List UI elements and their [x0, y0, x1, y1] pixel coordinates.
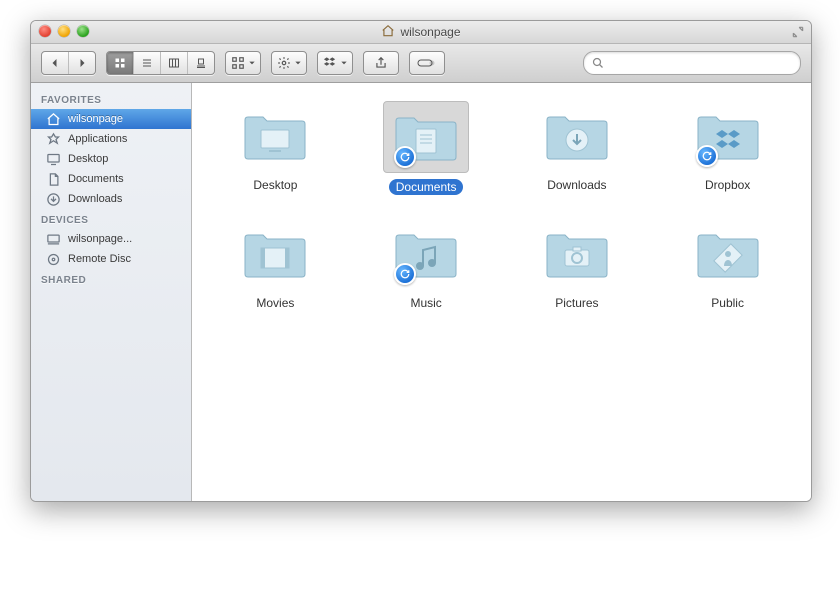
list-view-button[interactable]: [134, 52, 161, 74]
folder-downloads-icon: [535, 101, 619, 171]
sidebar-item-label: Documents: [68, 173, 124, 185]
chevron-down-icon: [294, 59, 302, 67]
sync-badge-icon: [696, 145, 718, 167]
nav-buttons: [41, 51, 96, 75]
close-button[interactable]: [39, 25, 51, 37]
folder-music-icon: [384, 219, 468, 289]
file-item[interactable]: Downloads: [512, 101, 642, 195]
folder-desktop-icon: [233, 101, 317, 171]
sidebar: FAVORITES wilsonpage Applications Deskto…: [31, 83, 192, 502]
file-item[interactable]: Desktop: [210, 101, 340, 195]
content-area[interactable]: Desktop Documents Downloads: [192, 83, 811, 502]
sidebar-item-label: wilsonpage...: [68, 233, 132, 245]
sidebar-header-shared: SHARED: [31, 269, 191, 289]
documents-icon: [45, 171, 61, 187]
window-title: wilsonpage: [381, 24, 460, 41]
home-icon: [381, 24, 395, 41]
desktop-icon: [45, 151, 61, 167]
sidebar-item-applications[interactable]: Applications: [31, 129, 191, 149]
folder-movies-icon: [233, 219, 317, 289]
file-label: Dropbox: [698, 177, 757, 193]
fullscreen-button[interactable]: [791, 25, 805, 39]
folder-documents-icon: [383, 101, 469, 173]
file-item[interactable]: Movies: [210, 219, 340, 311]
downloads-icon: [45, 191, 61, 207]
file-label: Movies: [249, 295, 301, 311]
column-view-button[interactable]: [161, 52, 188, 74]
title-text: wilsonpage: [400, 25, 460, 39]
dropbox-button[interactable]: [317, 51, 353, 75]
search-icon: [592, 57, 604, 69]
sidebar-header-devices: DEVICES: [31, 209, 191, 229]
gear-icon: [277, 56, 291, 70]
file-label: Desktop: [246, 177, 304, 193]
folder-public-icon: [686, 219, 770, 289]
sidebar-item-label: wilsonpage: [68, 113, 123, 125]
dropbox-icon: [323, 56, 337, 70]
chevron-down-icon: [248, 59, 256, 67]
sidebar-item-downloads[interactable]: Downloads: [31, 189, 191, 209]
icon-view-button[interactable]: [107, 52, 134, 74]
minimize-button[interactable]: [58, 25, 70, 37]
forward-button[interactable]: [69, 52, 95, 74]
sidebar-item-label: Desktop: [68, 153, 108, 165]
file-item[interactable]: Music: [361, 219, 491, 311]
chevron-down-icon: [340, 59, 348, 67]
file-item[interactable]: Pictures: [512, 219, 642, 311]
tag-icon: [417, 58, 437, 68]
traffic-lights: [39, 25, 89, 37]
back-button[interactable]: [42, 52, 69, 74]
computer-icon: [45, 231, 61, 247]
action-button[interactable]: [271, 51, 307, 75]
sidebar-item-label: Remote Disc: [68, 253, 131, 265]
finder-window: wilsonpage: [30, 20, 812, 502]
window-body: FAVORITES wilsonpage Applications Deskto…: [31, 83, 811, 502]
view-mode-buttons: [106, 51, 215, 75]
file-label: Downloads: [540, 177, 613, 193]
applications-icon: [45, 131, 61, 147]
home-icon: [45, 111, 61, 127]
file-item[interactable]: Public: [663, 219, 793, 311]
sidebar-item-computer[interactable]: wilsonpage...: [31, 229, 191, 249]
zoom-button[interactable]: [77, 25, 89, 37]
icon-grid: Desktop Documents Downloads: [200, 101, 803, 311]
file-item[interactable]: Dropbox: [663, 101, 793, 195]
sidebar-item-label: Downloads: [68, 193, 122, 205]
folder-pictures-icon: [535, 219, 619, 289]
sidebar-item-desktop[interactable]: Desktop: [31, 149, 191, 169]
file-label: Documents: [389, 179, 464, 195]
share-button[interactable]: [363, 51, 399, 75]
sidebar-item-wilsonpage[interactable]: wilsonpage: [31, 109, 191, 129]
label-button[interactable]: [409, 51, 445, 75]
toolbar: [31, 44, 811, 83]
search-field[interactable]: [583, 51, 801, 75]
sidebar-item-documents[interactable]: Documents: [31, 169, 191, 189]
coverflow-view-button[interactable]: [188, 52, 214, 74]
folder-dropbox-icon: [686, 101, 770, 171]
sidebar-header-favorites: FAVORITES: [31, 89, 191, 109]
sidebar-item-remote-disc[interactable]: Remote Disc: [31, 249, 191, 269]
file-label: Pictures: [548, 295, 605, 311]
sync-badge-icon: [394, 146, 416, 168]
share-icon: [374, 56, 388, 70]
arrange-button[interactable]: [225, 51, 261, 75]
sync-badge-icon: [394, 263, 416, 285]
file-label: Public: [704, 295, 751, 311]
file-item[interactable]: Documents: [361, 101, 491, 195]
file-label: Music: [403, 295, 448, 311]
sidebar-item-label: Applications: [68, 133, 127, 145]
disc-icon: [45, 251, 61, 267]
titlebar[interactable]: wilsonpage: [31, 21, 811, 44]
